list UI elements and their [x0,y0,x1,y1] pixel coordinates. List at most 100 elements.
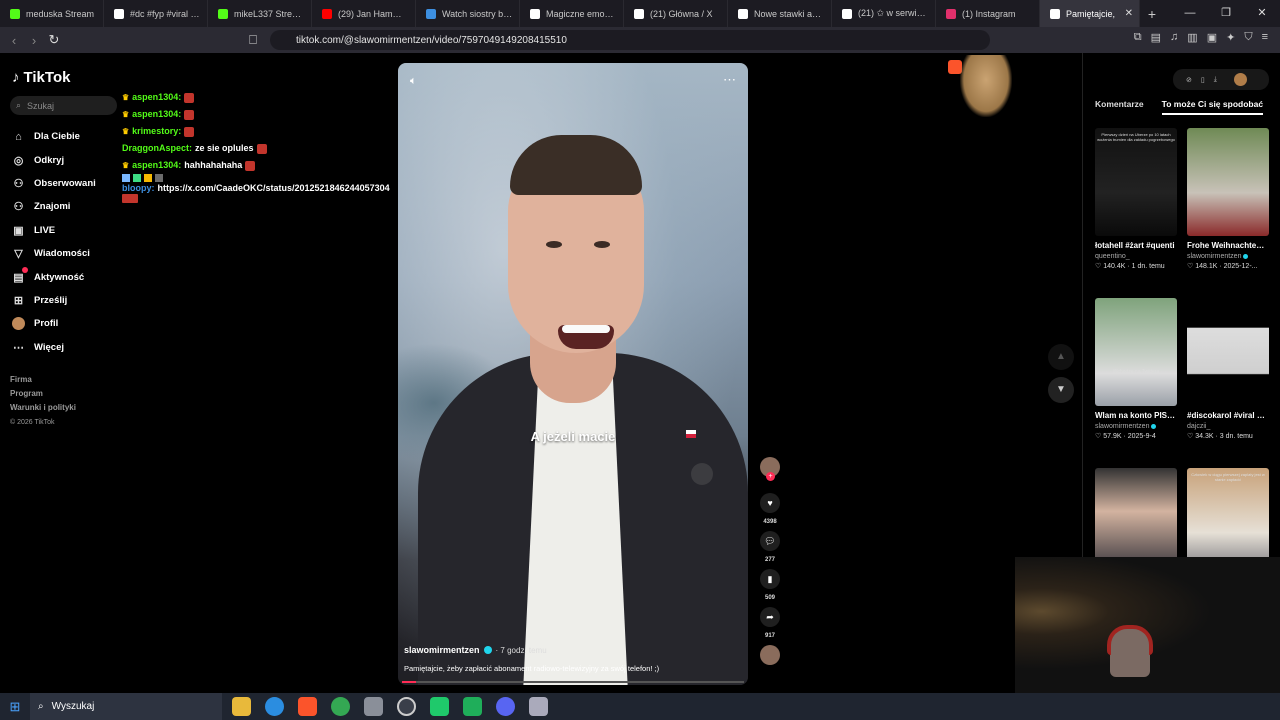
sidebar-item[interactable]: ▣ LIVE [12,219,96,242]
tab-search-icon[interactable]: ▤ [1151,31,1161,44]
sidebar-item[interactable]: ⋯ Więcej [12,336,96,359]
video-player[interactable]: 🔈︎ ⋯ A jeżeli macie slawomirmentzen · 7 … [398,63,748,685]
coins-icon[interactable]: ⊘ [1186,76,1192,84]
edge-icon[interactable] [265,697,284,716]
sidebar-item[interactable]: Profil [12,312,96,335]
tiktok-logo[interactable]: ♪ TikTok [12,69,70,86]
like-icon[interactable]: ♥ [760,493,780,513]
browser-tab[interactable]: Watch siostry by ka [416,0,520,27]
more-options-icon[interactable]: ⋯ [723,72,736,88]
volume-icon[interactable]: 🔈︎ [410,75,417,88]
close-window-icon[interactable]: ✕ [1244,0,1280,27]
video-progress-bar[interactable] [402,681,744,683]
footer-link-company[interactable]: Firma [10,373,76,387]
video-thumbnail [1187,128,1269,236]
sidebar-item[interactable]: ▤ Aktywność [12,265,96,288]
sidebar-item[interactable]: ⌂ Dla Ciebie [12,125,96,148]
comment-icon[interactable]: 💬︎ [760,531,780,551]
chat-message: ♛ aspen1304: [122,106,394,123]
logo-text: TikTok [23,69,71,86]
chat-message: ♛ aspen1304: hahhahahaha [122,157,394,174]
tab-label: (21) ✩ w serwisie X [858,8,929,18]
footer-link-program[interactable]: Program [10,387,76,401]
user-avatar[interactable] [1233,73,1247,86]
maximize-icon[interactable]: ❐ [1208,0,1244,27]
share-icon[interactable]: ➦ [760,607,780,627]
video-person-eye-left [546,241,562,248]
sidebar-item[interactable]: ◎ Odkryj [12,148,96,171]
tab-label: #dc #fyp #viral #yo [130,8,201,19]
notification-badge [22,267,28,274]
app-icon[interactable] [364,697,383,716]
spreadsheet-icon[interactable] [463,697,482,716]
leo-icon[interactable]: ✦ [1226,31,1235,44]
video-card[interactable]: Frohe Weihnachten, He... slawomirmentzen ♡… [1187,128,1269,270]
forward-icon[interactable]: › [24,33,44,48]
bookmark-save-icon[interactable]: ▮ [760,569,780,589]
url-field[interactable]: tiktok.com/@slawomirmentzen/video/759704… [270,30,990,50]
back-icon[interactable]: ‹ [4,33,24,48]
new-tab-icon[interactable]: + [1140,6,1164,22]
close-tab-icon[interactable]: ✕ [1125,8,1133,19]
discord-icon[interactable] [496,697,515,716]
chat-username: aspen1304: [132,109,182,119]
bookmark-icon[interactable]: ⎕ [246,32,260,48]
video-time: · 7 godz. temu [495,645,547,655]
sidebar-item[interactable]: ⚇ Znajomi [12,195,96,218]
search-input[interactable]: ⌕ Szukaj [10,96,117,115]
video-author[interactable]: slawomirmentzen [404,645,480,655]
music-disc-avatar[interactable] [760,645,780,665]
browser-tab[interactable]: (21) Główna / X [624,0,728,27]
download-icon[interactable]: ⤓ [1214,76,1217,84]
wallet-icon[interactable]: ▣ [1207,31,1217,44]
obs-icon[interactable] [397,697,416,716]
browser-tab[interactable]: Nowe stawki abona [728,0,832,27]
windows-start-icon[interactable]: ⊞ [0,699,30,715]
browser-tab[interactable]: (1) Instagram [936,0,1040,27]
device-icon[interactable]: ▯ [1201,76,1205,84]
crown-badge-icon: ♛ [122,127,130,136]
sidebar-item-label: Obserwowani [34,177,96,189]
sidebar-item[interactable]: ▽ Wiadomości [12,242,96,265]
footer-link-terms[interactable]: Warunki i polityki [10,401,76,415]
chat-text: ze sie oplules [195,143,254,153]
brave-icon[interactable] [298,697,317,716]
reload-icon[interactable]: ↻ [44,32,64,48]
menu-icon[interactable]: ≡ [1262,31,1268,44]
browser-tab[interactable]: (21) ✩ w serwisie X [832,0,936,27]
vpn-icon[interactable]: ⛉ [1244,31,1252,44]
taskbar-search[interactable]: ⌕ Wyszukaj [30,693,222,720]
chrome-icon[interactable] [331,697,350,716]
browser-tab[interactable]: (29) Jan Hammer - [312,0,416,27]
video-card[interactable]: #discokarol #viral #sigma #brokies... daj… [1187,298,1269,440]
sidebar-icon[interactable]: ▥ [1187,31,1197,44]
creator-avatar[interactable]: + [760,457,780,481]
tab-favicon-icon [322,8,332,19]
file-explorer-icon[interactable] [232,697,251,716]
media-player-icon[interactable] [430,697,449,716]
browser-tab[interactable]: mikeL337 Stream - [208,0,312,27]
card-author-row: slawomirmentzen [1095,423,1177,430]
tab-recommended[interactable]: To może Ci się spodobać [1161,99,1264,115]
scroll-up-icon[interactable]: ▲ [1048,344,1074,370]
sidebar-item[interactable]: ⊞ Prześlij [12,289,96,312]
follow-plus-icon[interactable]: + [766,472,775,481]
settings-app-icon[interactable] [529,697,548,716]
browser-tab-bar: meduska Stream #dc #fyp #viral #yo mikeL33… [0,0,1280,27]
window-controls: — ❐ ✕ [1172,0,1280,27]
browser-tab[interactable]: meduska Stream [0,0,104,27]
media-icon[interactable]: ♫ [1170,31,1178,44]
extensions-icon[interactable]: ⧉ [1134,31,1142,44]
browser-tab[interactable]: #dc #fyp #viral #yo [104,0,208,27]
tab-label: meduska Stream [26,8,95,19]
scroll-down-icon[interactable]: ▼ [1048,377,1074,403]
sidebar-item[interactable]: ⚇ Obserwowani [12,172,96,195]
tab-comments[interactable]: Komentarze [1095,99,1144,115]
minimize-icon[interactable]: — [1172,0,1208,27]
video-card[interactable]: Wchodzę na Twittera Wlam na konto PIS! #m… [1095,298,1177,440]
browser-tab[interactable]: Pamiętajcie, ✕ [1040,0,1140,27]
taskbar-search-text: Wyszukaj [51,701,95,712]
video-card[interactable]: Pierwszy dzień na Uberze po 10 latach wo… [1095,128,1177,270]
browser-tab[interactable]: Magiczne emocje w [520,0,624,27]
user-badge-icon [133,174,141,182]
